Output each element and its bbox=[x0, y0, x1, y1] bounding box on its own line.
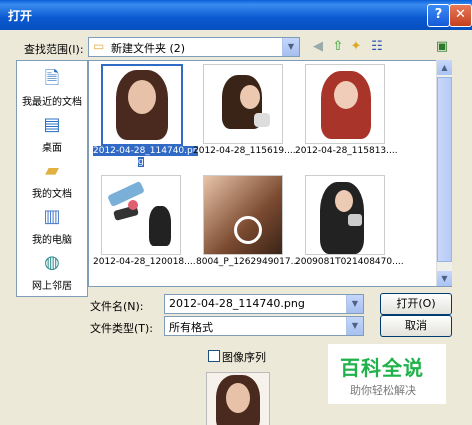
file-thumbnail[interactable] bbox=[101, 64, 183, 146]
places-bar: 🗎 我最近的文档 ▤ 桌面 ▰ 我的文档 ▥ 我的电脑 ◍ 网上邻居 bbox=[16, 60, 88, 297]
file-name-wrap[interactable]: g bbox=[138, 157, 144, 167]
new-folder-icon[interactable]: ✦ bbox=[346, 38, 366, 56]
up-folder-icon[interactable]: ⇧ bbox=[328, 38, 348, 56]
place-my-documents[interactable]: ▰ 我的文档 bbox=[17, 159, 87, 200]
file-type-value: 所有格式 bbox=[169, 321, 213, 334]
desktop-shortcut-icon[interactable]: ▣ bbox=[432, 38, 452, 56]
file-type-label: 文件类型(T): bbox=[90, 322, 154, 335]
file-thumbnail[interactable] bbox=[305, 64, 385, 144]
title-bar: 打开 ? ✕ bbox=[0, 0, 472, 30]
window-title: 打开 bbox=[8, 9, 33, 23]
place-recent[interactable]: 🗎 我最近的文档 bbox=[17, 67, 87, 108]
look-in-value: 新建文件夹 (2) bbox=[111, 42, 186, 55]
desktop-icon: ▤ bbox=[43, 114, 61, 135]
view-menu-icon[interactable]: ☷ bbox=[366, 38, 388, 56]
image-preview bbox=[206, 372, 270, 425]
file-thumbnail[interactable] bbox=[203, 64, 283, 144]
chevron-down-icon: ▼ bbox=[346, 295, 363, 313]
scroll-up-icon[interactable]: ▲ bbox=[437, 60, 452, 75]
my-computer-icon: ▥ bbox=[43, 206, 61, 227]
file-name-field[interactable]: 2012-04-28_114740.png ▼ bbox=[164, 294, 364, 314]
look-in-label: 查找范围(I): bbox=[24, 43, 84, 56]
back-icon[interactable]: ◀ bbox=[308, 38, 328, 56]
vertical-scrollbar[interactable]: ▲ ▼ bbox=[436, 60, 452, 286]
file-thumbnail[interactable] bbox=[203, 175, 283, 255]
photo-image bbox=[149, 206, 171, 246]
image-sequence-label: 图像序列 bbox=[222, 351, 266, 364]
my-documents-icon: ▰ bbox=[45, 160, 59, 181]
cancel-button[interactable]: 取消 bbox=[380, 315, 452, 337]
file-name[interactable]: 2009081T021408470.... bbox=[295, 257, 404, 267]
look-in-dropdown[interactable]: ▭ 新建文件夹 (2) ▼ bbox=[88, 37, 300, 57]
scroll-down-icon[interactable]: ▼ bbox=[437, 271, 452, 286]
watermark: 百科全说 助你轻松解决 bbox=[328, 344, 446, 404]
file-type-dropdown[interactable]: 所有格式 ▼ bbox=[164, 316, 364, 336]
help-button[interactable]: ? bbox=[427, 4, 450, 27]
file-name[interactable]: 2012-04-28_120018.... bbox=[93, 257, 196, 267]
scroll-thumb[interactable] bbox=[437, 77, 452, 262]
open-button[interactable]: 打开(O) bbox=[380, 293, 452, 315]
place-network[interactable]: ◍ 网上邻居 bbox=[17, 251, 87, 292]
chevron-down-icon: ▼ bbox=[346, 317, 363, 335]
file-name[interactable]: 2012-04-28_115619.... bbox=[193, 146, 296, 156]
watermark-subtitle: 助你轻松解决 bbox=[350, 384, 416, 397]
file-thumbnail[interactable] bbox=[305, 175, 385, 255]
close-button[interactable]: ✕ bbox=[449, 4, 472, 27]
file-name[interactable]: 2012-04-28_114740.pn bbox=[93, 146, 199, 156]
recent-documents-icon: 🗎 bbox=[44, 68, 60, 89]
place-my-computer[interactable]: ▥ 我的电脑 bbox=[17, 205, 87, 246]
image-sequence-checkbox[interactable] bbox=[208, 350, 220, 362]
watermark-title: 百科全说 bbox=[340, 356, 424, 380]
file-name[interactable]: 2012-04-28_115813.... bbox=[295, 146, 398, 156]
folder-icon: ▭ bbox=[93, 39, 105, 53]
file-name-label: 文件名(N): bbox=[90, 300, 144, 313]
place-desktop[interactable]: ▤ 桌面 bbox=[17, 113, 87, 154]
file-name-value: 2012-04-28_114740.png bbox=[169, 297, 305, 310]
chevron-down-icon: ▼ bbox=[282, 38, 299, 56]
file-thumbnail[interactable] bbox=[101, 175, 181, 255]
network-places-icon: ◍ bbox=[44, 252, 60, 273]
file-name[interactable]: 8004_P_1262949017... bbox=[196, 257, 299, 267]
open-dialog: 打开 ? ✕ 查找范围(I): ▭ 新建文件夹 (2) ▼ ◀ ⇧ ✦ ☷ ▣ … bbox=[0, 0, 472, 425]
